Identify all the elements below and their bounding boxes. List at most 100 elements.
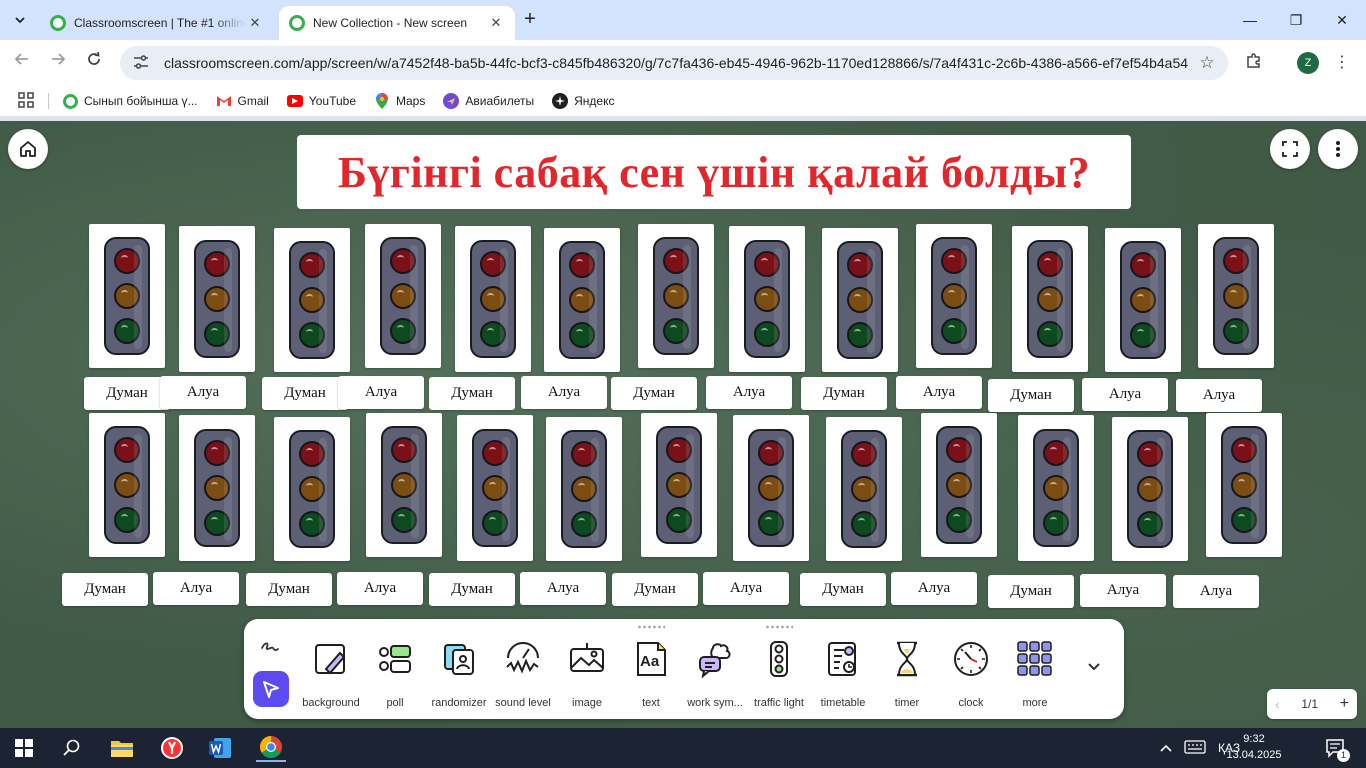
new-tab-button[interactable]: + <box>520 9 540 30</box>
lamp-red[interactable] <box>1037 251 1063 277</box>
lamp-red[interactable] <box>204 251 230 277</box>
traffic-light-widget[interactable] <box>1112 417 1188 561</box>
lamp-red[interactable] <box>851 441 877 467</box>
lamp-amber[interactable] <box>480 286 506 312</box>
traffic-light-widget[interactable] <box>729 226 805 372</box>
chrome-button[interactable] <box>256 734 286 762</box>
lamp-amber[interactable] <box>666 472 692 498</box>
traffic-light-widget[interactable] <box>1105 228 1181 372</box>
word-button[interactable] <box>206 734 234 762</box>
lamp-red[interactable] <box>941 248 967 274</box>
lamp-green[interactable] <box>941 318 967 344</box>
lamp-green[interactable] <box>1137 511 1163 537</box>
student-name-label[interactable]: Думан <box>611 377 697 410</box>
keyboard-icon[interactable] <box>1184 739 1206 757</box>
traffic-light-widget[interactable] <box>1018 415 1094 561</box>
lamp-red[interactable] <box>204 440 230 466</box>
student-name-label[interactable]: Алуа <box>706 376 792 409</box>
lamp-red[interactable] <box>1231 437 1257 463</box>
traffic-light-widget[interactable] <box>455 226 531 372</box>
lamp-red[interactable] <box>569 252 595 278</box>
title-text-widget[interactable]: Бүгінгі сабақ сен үшін қалай болды? <box>297 135 1131 209</box>
lamp-amber[interactable] <box>390 283 416 309</box>
lamp-green[interactable] <box>666 507 692 533</box>
student-name-label[interactable]: Алуа <box>891 572 977 605</box>
lamp-amber[interactable] <box>1137 476 1163 502</box>
student-name-label[interactable]: Алуа <box>1082 378 1168 411</box>
lamp-green[interactable] <box>1223 318 1249 344</box>
student-name-label[interactable]: Думан <box>988 575 1074 608</box>
lamp-red[interactable] <box>299 441 325 467</box>
restore-button[interactable]: ❐ <box>1276 8 1316 32</box>
student-name-label[interactable]: Думан <box>612 573 698 606</box>
student-name-label[interactable]: Алуа <box>160 376 246 409</box>
traffic-light-widget[interactable] <box>641 413 717 557</box>
traffic-light-widget[interactable] <box>457 415 533 561</box>
lamp-amber[interactable] <box>1037 286 1063 312</box>
drag-handle[interactable] <box>637 625 665 629</box>
lamp-red[interactable] <box>299 252 325 278</box>
lamp-amber[interactable] <box>204 475 230 501</box>
browser-menu-icon[interactable]: ⋮ <box>1332 52 1352 74</box>
lamp-green[interactable] <box>299 511 325 537</box>
classroomscreen-canvas[interactable]: Бүгінгі сабақ сен үшін қалай болды? Дума… <box>0 121 1366 728</box>
lamp-red[interactable] <box>571 441 597 467</box>
lamp-red[interactable] <box>847 252 873 278</box>
student-name-label[interactable]: Алуа <box>896 376 982 409</box>
lamp-amber[interactable] <box>1130 287 1156 313</box>
widget-work-symbols[interactable]: work sym... <box>683 639 747 711</box>
file-explorer-button[interactable] <box>108 734 136 762</box>
widget-background[interactable]: background <box>299 639 363 711</box>
traffic-light-widget[interactable] <box>1206 413 1282 557</box>
tab-search-button[interactable] <box>8 8 32 32</box>
traffic-light-widget[interactable] <box>1198 224 1274 368</box>
bookmark-classroom[interactable]: Сынып бойынша ү... <box>63 93 198 109</box>
lamp-amber[interactable] <box>204 286 230 312</box>
drag-handle[interactable] <box>765 625 793 629</box>
lamp-amber[interactable] <box>1223 283 1249 309</box>
widget-timer[interactable]: timer <box>875 639 939 711</box>
lamp-amber[interactable] <box>946 472 972 498</box>
lamp-green[interactable] <box>390 318 416 344</box>
bookmark-gmail[interactable]: Gmail <box>216 93 269 109</box>
lamp-green[interactable] <box>1130 322 1156 348</box>
student-name-label[interactable]: Алуа <box>1176 379 1262 412</box>
student-name-label[interactable]: Думан <box>84 377 170 410</box>
lamp-red[interactable] <box>946 437 972 463</box>
lamp-green[interactable] <box>1037 321 1063 347</box>
lamp-green[interactable] <box>204 321 230 347</box>
lamp-green[interactable] <box>114 507 140 533</box>
lamp-amber[interactable] <box>754 286 780 312</box>
lamp-red[interactable] <box>758 440 784 466</box>
traffic-light-widget[interactable] <box>1012 226 1088 372</box>
widget-more[interactable]: more <box>1003 639 1067 711</box>
student-name-label[interactable]: Думан <box>262 377 348 410</box>
taskbar-clock[interactable]: 9:32 13.04.2025 <box>1222 731 1286 763</box>
lamp-green[interactable] <box>482 510 508 536</box>
lamp-amber[interactable] <box>847 287 873 313</box>
lamp-green[interactable] <box>571 511 597 537</box>
lamp-red[interactable] <box>754 251 780 277</box>
fullscreen-button[interactable] <box>1270 129 1310 169</box>
student-name-label[interactable]: Алуа <box>337 572 423 605</box>
chevron-left-icon[interactable]: ‹ <box>1275 696 1280 712</box>
lamp-green[interactable] <box>569 322 595 348</box>
lamp-amber[interactable] <box>941 283 967 309</box>
lamp-green[interactable] <box>391 507 417 533</box>
traffic-light-widget[interactable] <box>544 228 620 372</box>
lamp-green[interactable] <box>299 322 325 348</box>
traffic-light-widget[interactable] <box>546 417 622 561</box>
lamp-amber[interactable] <box>114 283 140 309</box>
student-name-label[interactable]: Думан <box>801 377 887 410</box>
widget-clock[interactable]: clock <box>939 639 1003 711</box>
traffic-light-widget[interactable] <box>365 224 441 368</box>
select-pointer-button[interactable] <box>253 671 289 707</box>
lamp-amber[interactable] <box>482 475 508 501</box>
lamp-red[interactable] <box>1223 248 1249 274</box>
close-icon[interactable]: ✕ <box>246 15 264 31</box>
taskbar-search-button[interactable] <box>58 734 86 762</box>
traffic-light-widget[interactable] <box>826 417 902 561</box>
lamp-green[interactable] <box>946 507 972 533</box>
lamp-red[interactable] <box>390 248 416 274</box>
lamp-red[interactable] <box>480 251 506 277</box>
